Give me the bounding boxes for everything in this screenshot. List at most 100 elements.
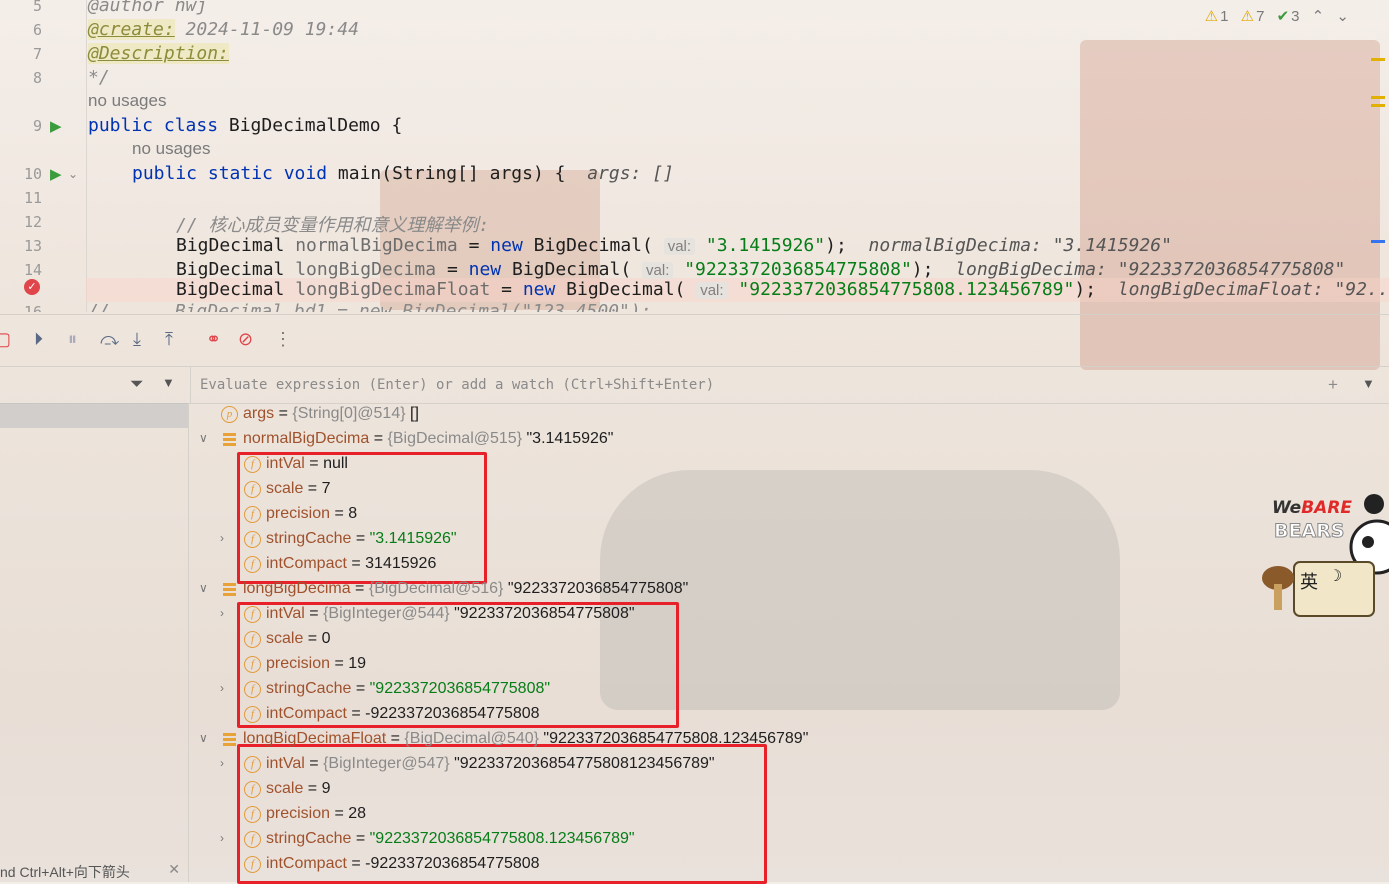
equals: = — [351, 680, 370, 697]
chevron-right-icon[interactable]: › — [220, 681, 224, 695]
javadoc-tag: @Description: — [88, 43, 229, 64]
constructor: BigDecimal( — [555, 279, 686, 300]
chevron-down-icon[interactable]: ∨ — [199, 731, 208, 745]
add-watch-icon[interactable]: + — [1328, 375, 1338, 395]
javadoc-text: 2024-11-09 19:44 — [174, 19, 359, 40]
equals: = — [351, 830, 370, 847]
value: "9223372036854775808.123456789" — [538, 730, 809, 747]
code-text: // BigDecimal bd1 = new BigDecimal("123.… — [88, 301, 652, 312]
variable-text: longBigDecimaFloat = {BigDecimal@540} "9… — [243, 730, 808, 748]
equals: = — [346, 705, 366, 722]
step-into-icon[interactable]: ⤓ — [133, 329, 141, 350]
field-icon: f — [244, 481, 261, 498]
equals: = — [303, 480, 322, 497]
step-over-icon[interactable]: ⤼ — [100, 329, 119, 350]
usages-hint[interactable]: no usages — [0, 90, 1389, 114]
chevron-down-icon[interactable]: ∨ — [199, 431, 208, 445]
code-line[interactable]: 10 ▶ ⌄ public static void main(String[] … — [0, 162, 1389, 186]
code-line[interactable]: ✓ BigDecimal longBigDecimaFloat = new Bi… — [0, 278, 1389, 302]
field-icon: f — [244, 456, 261, 473]
value: 28 — [348, 805, 367, 822]
mute-breakpoints-icon[interactable]: ⊘ — [238, 329, 253, 350]
watch-bar: ⏷ ▼ + ▼ — [0, 366, 1389, 404]
filter-icon[interactable]: ⏷ — [130, 374, 144, 394]
ime-language-indicator: 英 — [1300, 572, 1318, 592]
field-name: stringCache — [266, 680, 352, 697]
pause-icon[interactable]: ⏸ — [68, 329, 77, 350]
line-number: 8 — [32, 69, 42, 87]
usages-label: no usages — [88, 91, 167, 110]
parameter-icon: p — [221, 406, 238, 423]
code-line[interactable]: 7 @Description: — [0, 42, 1389, 66]
code-line[interactable]: 8 */ — [0, 66, 1389, 90]
field-icon: f — [244, 506, 261, 523]
inline-value: longBigDecima: "9223372036854775808" — [955, 259, 1346, 280]
field-name: intCompact — [266, 705, 347, 722]
breakpoint-icon[interactable]: ✓ — [24, 279, 40, 295]
chevron-down-icon[interactable]: ∨ — [199, 581, 208, 595]
line-number: 10 — [23, 165, 42, 183]
code-line[interactable]: 11 — [0, 186, 1389, 210]
chevron-right-icon[interactable]: › — [220, 606, 224, 620]
keyword: new — [522, 279, 556, 300]
variable-name: longBigDecimaFloat — [295, 279, 491, 300]
string-literal: "9223372036854775808.123456789" — [738, 279, 1075, 300]
more-options-icon[interactable]: ⋮ — [274, 329, 292, 350]
sticker-brand-main: BARE — [1301, 498, 1353, 518]
code-line[interactable]: 6 @create: 2024-11-09 19:44 — [0, 18, 1389, 42]
value: -9223372036854775808 — [365, 855, 540, 872]
code-line[interactable]: 12 // 核心成员变量作用和意义理解举例: — [0, 210, 1389, 236]
frames-hint-text: nd Ctrl+Alt+向下箭头 — [0, 864, 130, 880]
chevron-down-icon[interactable]: ▼ — [1362, 376, 1375, 391]
code-line[interactable]: 5 @author nwj — [0, 0, 1389, 18]
inline-value: args: [] — [587, 163, 674, 184]
value: 8 — [348, 505, 358, 522]
value: "3.1415926" — [522, 430, 614, 447]
chevron-right-icon[interactable]: › — [220, 756, 224, 770]
code-line[interactable]: 16 // BigDecimal bd1 = new BigDecimal("1… — [0, 300, 1389, 312]
field-name: intVal — [266, 755, 305, 772]
resume-icon[interactable]: ⏵ — [34, 329, 43, 350]
operator: = — [490, 279, 523, 300]
chevron-right-icon[interactable]: › — [220, 831, 224, 845]
equals: = — [351, 530, 370, 547]
string-literal: "3.1415926" — [705, 235, 826, 256]
variable-text: scale = 9 — [266, 780, 331, 798]
usages-hint[interactable]: no usages — [0, 138, 1389, 162]
value: 19 — [348, 655, 367, 672]
variable-text: precision = 8 — [266, 505, 357, 523]
step-out-icon[interactable]: ⤒ — [165, 329, 173, 350]
chevron-right-icon[interactable]: › — [220, 531, 224, 545]
variable-text: stringCache = "3.1415926" — [266, 530, 457, 548]
run-icon[interactable]: ▶ — [50, 165, 62, 183]
operator: = — [457, 235, 491, 256]
selected-frame[interactable] — [0, 403, 188, 428]
variable-text: intCompact = -9223372036854775808 — [266, 855, 540, 873]
value: 31415926 — [365, 555, 437, 572]
code-end: ); — [1074, 279, 1097, 300]
ime-sticker[interactable]: WeBARE BEARS 英 ☽ — [1262, 492, 1389, 622]
line-number: 9 — [32, 117, 42, 135]
line-number: 11 — [23, 189, 42, 207]
variable-text: args = {String[0]@514} [] — [243, 405, 419, 423]
view-breakpoints-icon[interactable]: ⚭ — [206, 329, 221, 350]
inline-value: normalBigDecima: "3.1415926" — [868, 235, 1172, 256]
variable-name: args — [243, 405, 275, 422]
variable-text: scale = 0 — [266, 630, 331, 648]
stop-icon[interactable]: ▢ — [0, 329, 11, 350]
close-icon[interactable]: ✕ — [168, 861, 180, 878]
chevron-down-icon[interactable]: ▼ — [162, 375, 175, 390]
string-value: "9223372036854775808" — [369, 680, 551, 697]
fold-chevron-icon[interactable]: ⌄ — [68, 167, 78, 181]
run-icon[interactable]: ▶ — [50, 117, 62, 135]
line-number: 13 — [23, 237, 42, 255]
sticker-brand-sub: BEARS — [1273, 520, 1345, 543]
equals: = — [304, 755, 324, 772]
variable-text: stringCache = "9223372036854775808" — [266, 680, 550, 698]
code-line[interactable]: 13 BigDecimal normalBigDecima = new BigD… — [0, 234, 1389, 258]
variable-text: normalBigDecima = {BigDecimal@515} "3.14… — [243, 430, 613, 448]
type-name: BigDecimal — [176, 259, 285, 280]
code-editor[interactable]: ⚠ 1 ⚠ 7 ✔ 3 ⌃ ⌄ 5 @author nwj 6 @create: 20… — [0, 0, 1389, 312]
evaluate-expression-input[interactable] — [190, 367, 1310, 403]
code-line[interactable]: 9 ▶ public class BigDecimalDemo { — [0, 114, 1389, 138]
